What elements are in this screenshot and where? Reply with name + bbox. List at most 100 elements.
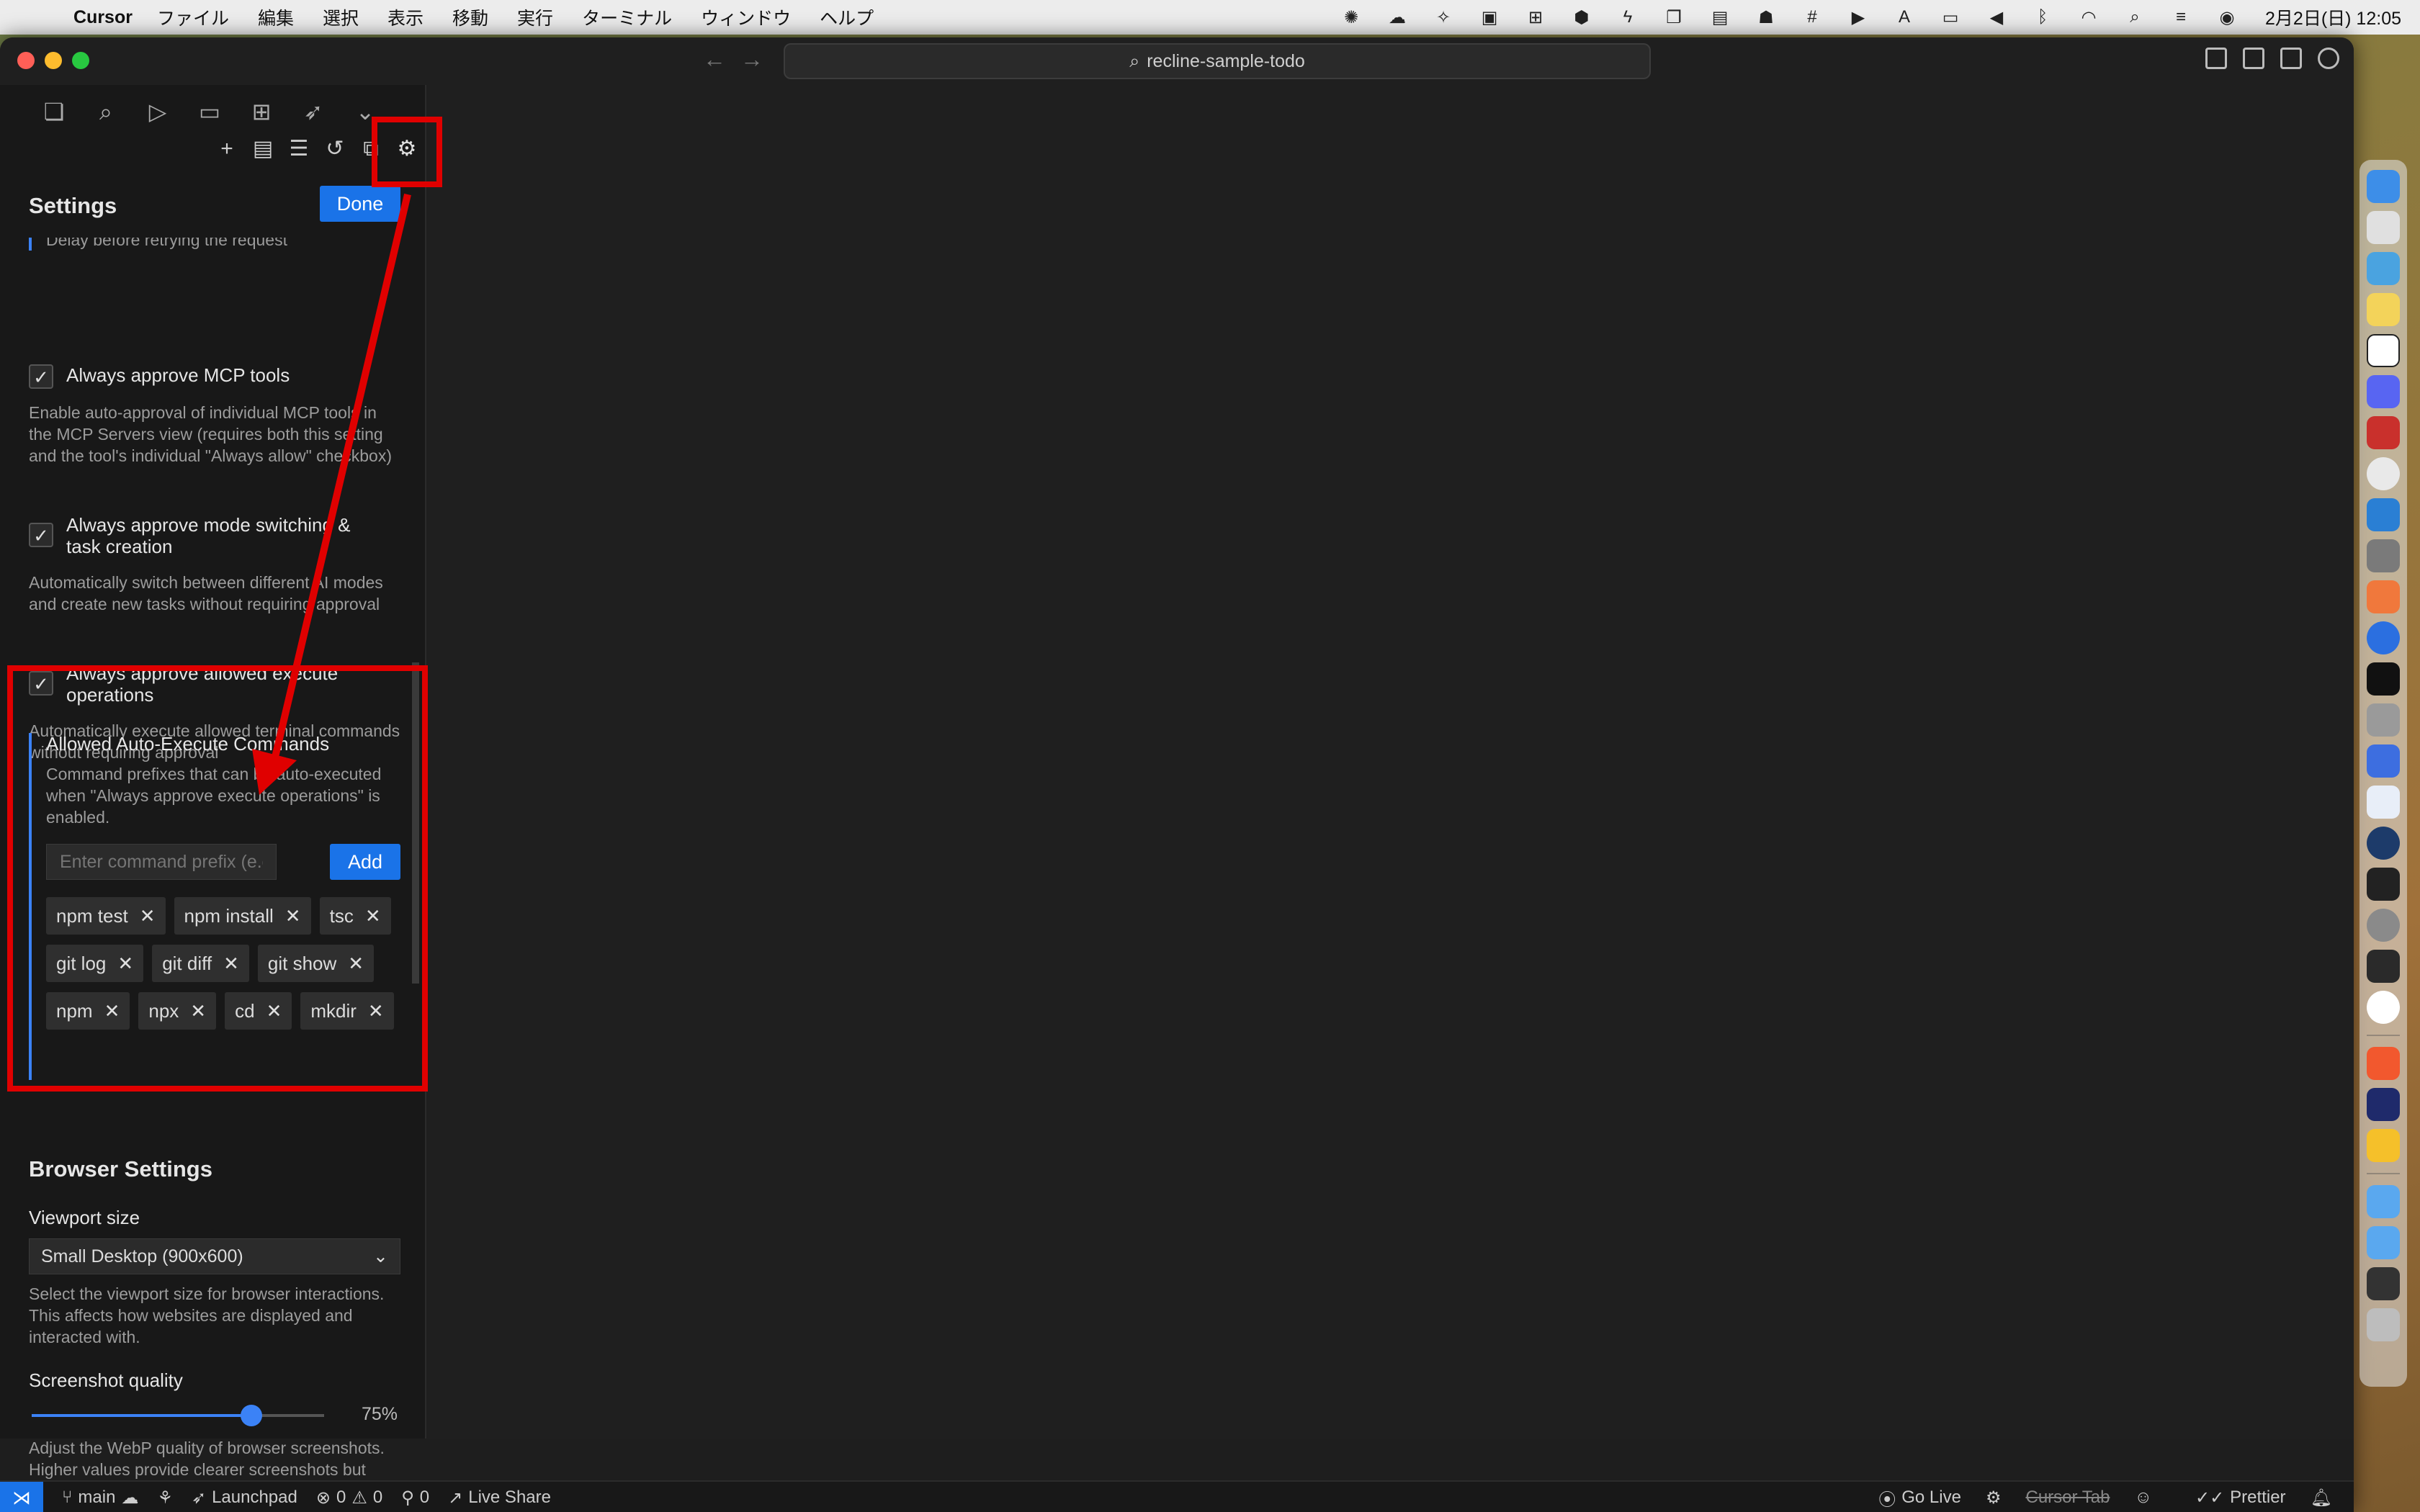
system-settings-icon[interactable] (2367, 909, 2400, 942)
done-button[interactable]: Done (320, 186, 400, 222)
close-window-button[interactable] (17, 52, 35, 69)
notion-icon[interactable] (2367, 334, 2400, 367)
control-center-icon[interactable]: ≡ (2169, 7, 2193, 27)
folder-icon[interactable]: ▭ (197, 99, 222, 124)
chatgpt-dock-icon[interactable] (2367, 991, 2400, 1024)
downloads-folder-icon[interactable] (2367, 1185, 2400, 1218)
check-row-mcp[interactable]: ✓ Always approve MCP tools (29, 364, 398, 389)
menu-window[interactable]: ウィンドウ (701, 4, 791, 30)
trash-icon[interactable] (2367, 1308, 2400, 1341)
toggle-sidebar-icon[interactable] (2205, 48, 2227, 69)
minimize-window-button[interactable] (45, 52, 62, 69)
finder-icon[interactable] (2367, 170, 2400, 203)
menu-selection[interactable]: 選択 (323, 4, 359, 30)
live-share-status[interactable]: ↗ Live Share (448, 1488, 551, 1508)
menu-file[interactable]: ファイル (157, 4, 229, 30)
rocket-icon[interactable]: ➶ (301, 99, 326, 124)
windows-icon[interactable]: ❐ (1662, 7, 1686, 27)
terminal-icon[interactable] (2367, 868, 2400, 901)
brave-icon[interactable] (2367, 1047, 2400, 1080)
siri-icon[interactable]: ◉ (2215, 7, 2239, 27)
copilot-icon[interactable]: ⚙ (1986, 1488, 2002, 1508)
volume-icon[interactable]: ◀ (1984, 7, 2009, 27)
cursor-app-icon[interactable] (2367, 662, 2400, 696)
screen-capture-icon[interactable]: ▣ (1477, 7, 1502, 27)
mode-checkbox[interactable]: ✓ (29, 523, 53, 547)
bolt-icon[interactable]: ϟ (1615, 7, 1640, 27)
explorer-icon[interactable]: ❏ (42, 99, 66, 124)
chatgpt-icon[interactable]: ✺ (1339, 7, 1363, 27)
toggle-secondary-sidebar-icon[interactable] (2280, 48, 2302, 69)
viewport-select[interactable]: Small Desktop (900x600) ⌄ (29, 1238, 400, 1274)
vscode-icon[interactable] (2367, 498, 2400, 531)
back-arrow-icon[interactable]: ← (703, 46, 726, 73)
quality-slider[interactable] (32, 1405, 324, 1426)
editor-area[interactable] (426, 85, 2354, 1439)
filezilla-icon[interactable] (2367, 416, 2400, 449)
mcp-checkbox[interactable]: ✓ (29, 364, 53, 389)
menu-edit[interactable]: 編集 (258, 4, 294, 30)
cloud-sync-icon[interactable]: ☁ (1385, 7, 1410, 27)
prettier-status[interactable]: ✓✓ Prettier (2195, 1488, 2286, 1508)
history-icon[interactable]: ↺ (324, 137, 346, 161)
command-center-search[interactable]: ⌕ recline-sample-todo (784, 43, 1651, 79)
run-debug-icon[interactable]: ▷ (145, 99, 170, 124)
branch-status[interactable]: ⑂ main ☁ (62, 1488, 138, 1508)
git-graph-status[interactable]: ⚘ (157, 1488, 173, 1508)
sublime-icon[interactable] (2367, 580, 2400, 613)
lightning-icon[interactable] (2367, 1129, 2400, 1162)
pin-icon[interactable]: ✧ (1431, 7, 1456, 27)
menu-run[interactable]: 実行 (517, 4, 553, 30)
battery-icon[interactable]: ▭ (1938, 7, 1963, 27)
extensions-icon[interactable]: ⊞ (249, 99, 274, 124)
activity-monitor-icon[interactable] (2367, 950, 2400, 983)
plus-icon[interactable]: + (216, 137, 238, 161)
applications-folder-icon[interactable] (2367, 1226, 2400, 1259)
maps-pin-icon[interactable] (2367, 621, 2400, 654)
menubar-app-name[interactable]: Cursor (73, 7, 133, 28)
menubar-clock[interactable]: 2月2日(日) 12:05 (2265, 4, 2401, 30)
quality-slider-thumb[interactable] (240, 1405, 262, 1426)
recent-window-icon[interactable] (2367, 1267, 2400, 1300)
menu-go[interactable]: 移動 (452, 4, 488, 30)
launchpad-status[interactable]: ➶ Launchpad (192, 1488, 297, 1508)
grid-icon[interactable]: ⊞ (1523, 7, 1548, 27)
bluetooth-icon[interactable]: ᛒ (2030, 7, 2055, 27)
testflight-icon[interactable] (2367, 252, 2400, 285)
notes-icon[interactable] (2367, 293, 2400, 326)
forward-arrow-icon[interactable]: → (740, 46, 763, 73)
notifications-icon[interactable]: 🔔︎ (2311, 1488, 2332, 1508)
chrome-icon[interactable] (2367, 457, 2400, 490)
check-row-mode[interactable]: ✓ Always approve mode switching & task c… (29, 514, 383, 557)
ports-status[interactable]: ⚲ 0 (401, 1488, 429, 1508)
play-icon[interactable]: ▶ (1846, 7, 1870, 27)
discord-icon[interactable] (2367, 375, 2400, 408)
zoom-window-button[interactable] (72, 52, 89, 69)
cursor-tab-status[interactable]: Cursor Tab (2025, 1488, 2110, 1508)
agent-icon[interactable]: ☺ (2134, 1488, 2152, 1508)
launchpad-icon[interactable] (2367, 211, 2400, 244)
mcp-server-icon[interactable]: ▤ (252, 137, 274, 161)
hash-icon[interactable]: # (1800, 7, 1824, 27)
problems-status[interactable]: ⊗ 0 ⚠ 0 (316, 1488, 382, 1508)
search-icon[interactable]: ⌕ (94, 99, 118, 124)
xcode-icon[interactable] (2367, 744, 2400, 778)
database-icon[interactable] (2367, 703, 2400, 737)
planet-icon[interactable] (2367, 827, 2400, 860)
input-method-icon[interactable]: A (1892, 7, 1917, 27)
remote-indicator-icon[interactable]: ⋊ (0, 1482, 43, 1512)
hat-icon[interactable]: ☗ (1754, 7, 1778, 27)
wifi-icon[interactable]: ◠ (2076, 7, 2101, 27)
go-live-status[interactable]: ⦿ Go Live (1878, 1485, 1961, 1511)
menu-help[interactable]: ヘルプ (820, 4, 874, 30)
hexagon-app-icon[interactable] (2367, 1088, 2400, 1121)
menu-view[interactable]: 表示 (387, 4, 424, 30)
tableplus-icon[interactable] (2367, 539, 2400, 572)
customize-layout-icon[interactable] (2318, 48, 2339, 69)
prompts-icon[interactable]: ☰ (288, 137, 310, 161)
toggle-panel-icon[interactable] (2243, 48, 2264, 69)
spotlight-icon[interactable]: ⌕ (2123, 7, 2147, 27)
hexagon-icon[interactable]: ⬢ (1569, 7, 1594, 27)
menu-terminal[interactable]: ターミナル (582, 4, 672, 30)
app-store-icon[interactable] (2367, 786, 2400, 819)
